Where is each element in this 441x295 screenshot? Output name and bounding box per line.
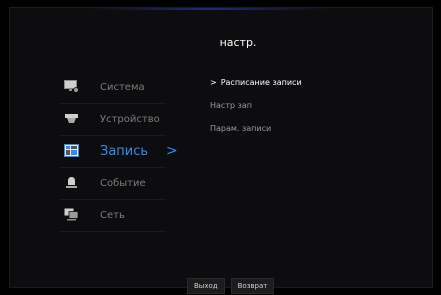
menu-item-label: Система: [100, 82, 145, 93]
page-title-text: настр.: [219, 36, 257, 49]
monitor-gear-icon: [64, 80, 79, 93]
record-submenu: > Расписание записи Настр зап Парам. запи…: [210, 76, 302, 145]
menu-item-record[interactable]: Запись >: [60, 136, 178, 168]
top-accent-bar: [90, 8, 330, 10]
submenu-item-record-options[interactable]: Парам. записи: [210, 122, 302, 145]
selection-arrow-icon: >: [210, 78, 217, 87]
camera-icon: [65, 114, 78, 123]
menu-item-label: Устройство: [100, 114, 160, 125]
back-button[interactable]: Возврат: [230, 278, 275, 294]
settings-window: настр. Система Устройство Запись > Событ…: [9, 7, 433, 288]
menu-item-network[interactable]: Сеть: [60, 200, 166, 232]
menu-item-label: Событие: [100, 178, 146, 189]
recording-grid-icon: [64, 144, 79, 157]
main-menu: Система Устройство Запись > Событие Сеть: [60, 72, 178, 232]
submenu-item-label: Парам. записи: [210, 124, 272, 133]
page-title: настр.: [10, 36, 432, 49]
submenu-item-label: Расписание записи: [220, 78, 302, 87]
footer-buttons: Выход Возврат: [187, 278, 275, 294]
alarm-bell-icon: [66, 177, 77, 188]
submenu-item-label: Настр зап: [210, 101, 252, 110]
menu-item-event[interactable]: Событие: [60, 168, 166, 200]
menu-item-label: Сеть: [100, 210, 125, 221]
submenu-item-record-setup[interactable]: Настр зап: [210, 99, 302, 122]
menu-item-system[interactable]: Система: [60, 72, 166, 104]
chevron-right-icon: >: [166, 143, 178, 159]
menu-item-device[interactable]: Устройство: [60, 104, 166, 136]
menu-item-label: Запись: [100, 144, 149, 159]
network-monitors-icon: [64, 208, 79, 221]
exit-button[interactable]: Выход: [187, 278, 225, 294]
submenu-item-record-schedule[interactable]: > Расписание записи: [210, 76, 302, 99]
